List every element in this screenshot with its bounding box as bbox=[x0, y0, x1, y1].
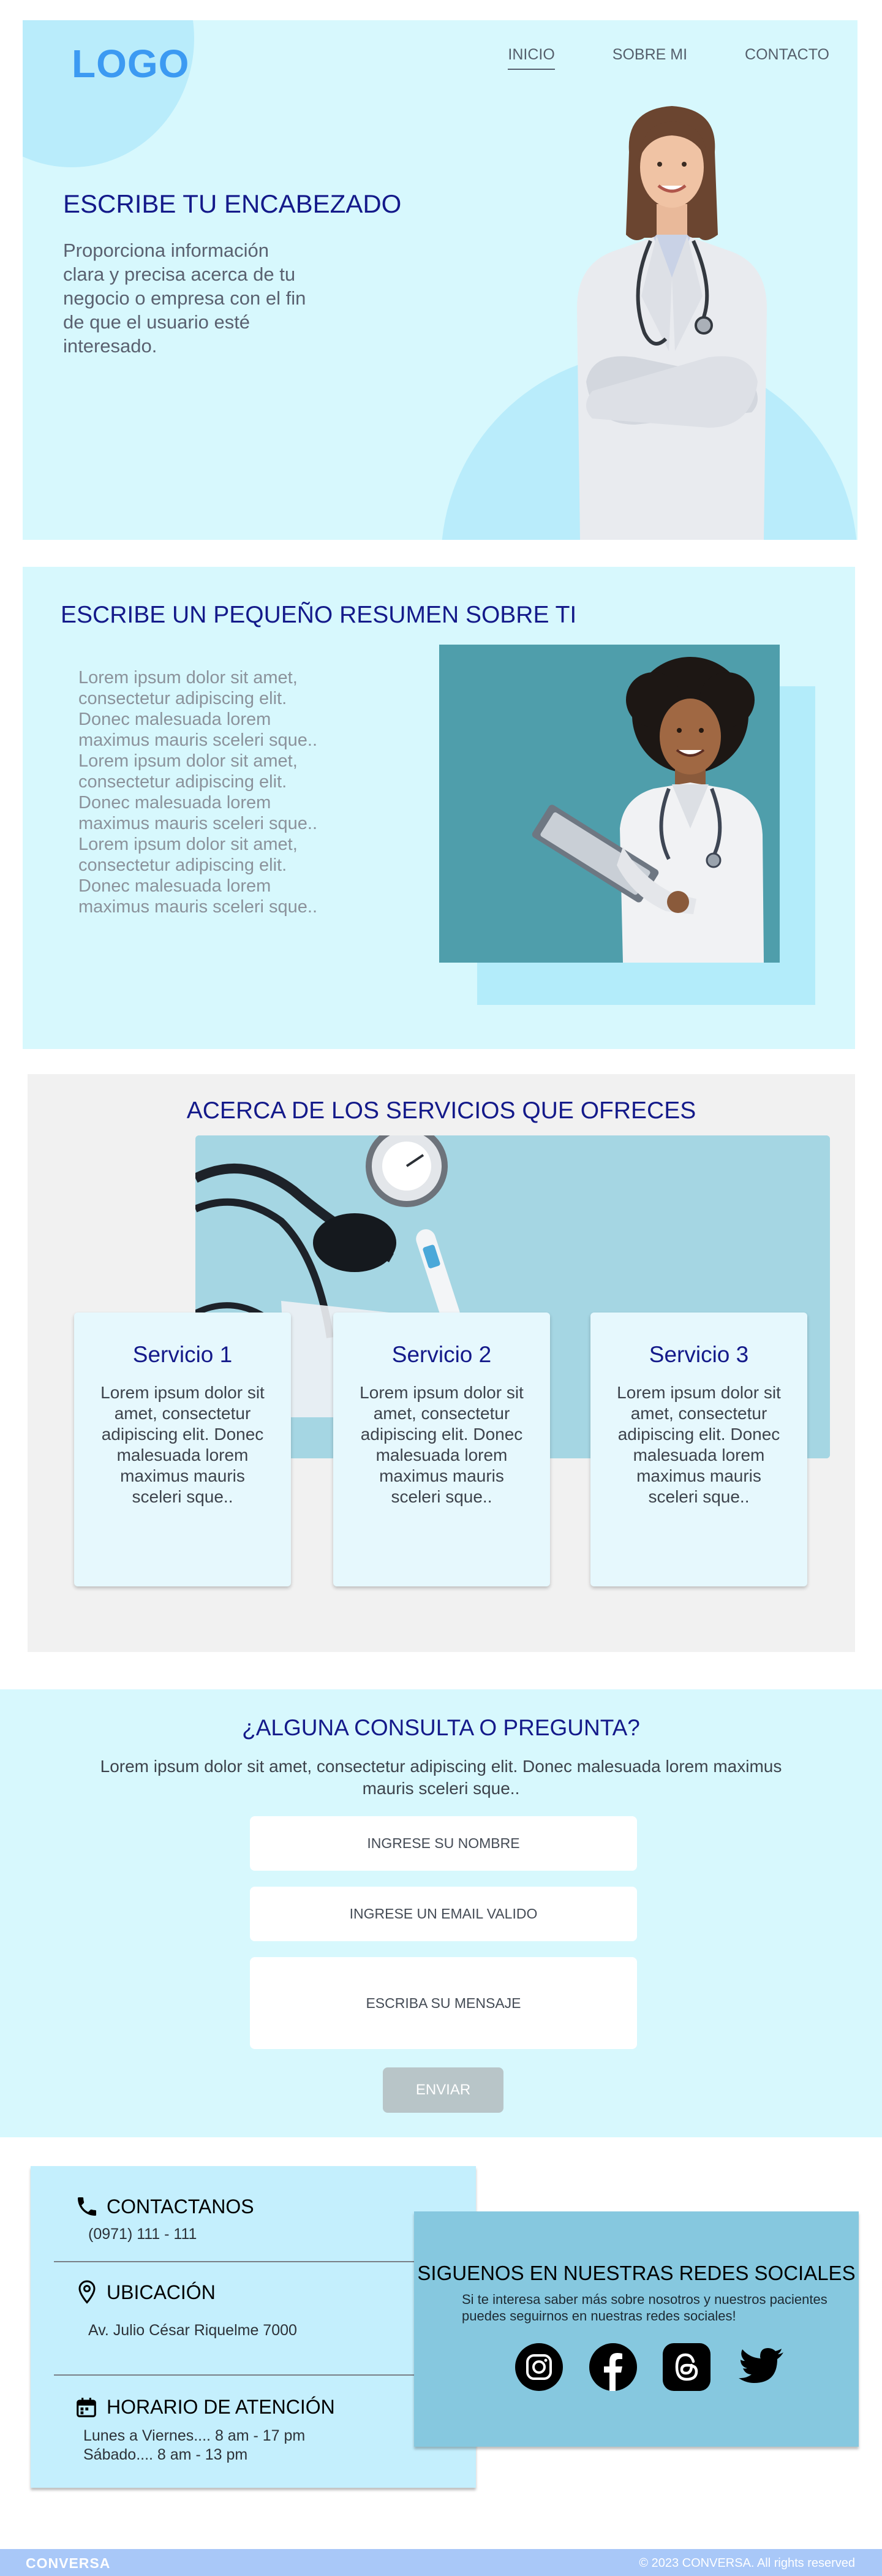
service-card-2[interactable]: Servicio 2 Lorem ipsum dolor sit amet, c… bbox=[333, 1313, 550, 1586]
contact-section: ¿ALGUNA CONSULTA O PREGUNTA? Lorem ipsum… bbox=[0, 1689, 882, 2137]
service-title: Servicio 2 bbox=[391, 1342, 492, 1367]
address: Av. Julio César Riquelme 7000 bbox=[88, 2322, 297, 2339]
hero-section: LOGO INICIO SOBRE MI CONTACTO ESCRIBE TU… bbox=[23, 20, 858, 540]
threads-icon[interactable] bbox=[663, 2343, 710, 2391]
calendar-icon bbox=[77, 2398, 96, 2417]
contact-title: ¿ALGUNA CONSULTA O PREGUNTA? bbox=[242, 1715, 640, 1740]
hours-title: HORARIO DE ATENCIÓN bbox=[107, 2396, 335, 2418]
service-text: Lorem ipsum dolor sit amet, consectetur … bbox=[100, 1383, 265, 1506]
copyright-text: © 2023 CONVERSA. All rights reserved bbox=[639, 2556, 855, 2570]
send-button[interactable]: ENVIAR bbox=[383, 2067, 503, 2113]
hours-saturday: Sábado.... 8 am - 13 pm bbox=[83, 2446, 248, 2463]
doctor-photo bbox=[439, 645, 780, 963]
hero-text: Proporciona información clara y precisa … bbox=[63, 240, 306, 357]
location-title: UBICACIÓN bbox=[107, 2281, 216, 2303]
about-title: ESCRIBE UN PEQUEÑO RESUMEN SOBRE TI bbox=[61, 602, 577, 628]
service-text: Lorem ipsum dolor sit amet, consectetur … bbox=[360, 1383, 524, 1506]
twitter-icon[interactable] bbox=[737, 2343, 785, 2391]
email-field[interactable]: INGRESE UN EMAIL VALIDO bbox=[250, 1887, 637, 1941]
nav-item-inicio[interactable]: INICIO bbox=[508, 46, 555, 70]
contact-title: CONTACTANOS bbox=[107, 2195, 254, 2218]
service-card-3[interactable]: Servicio 3 Lorem ipsum dolor sit amet, c… bbox=[590, 1313, 807, 1586]
location-pin-icon bbox=[78, 2280, 96, 2304]
hero-title: ESCRIBE TU ENCABEZADO bbox=[63, 189, 402, 218]
services-title: ACERCA DE LOS SERVICIOS QUE OFRECES bbox=[186, 1097, 696, 1124]
logo[interactable]: LOGO bbox=[72, 41, 189, 86]
social-card: SIGUENOS EN NUESTRAS REDES SOCIALES Si t… bbox=[414, 2211, 859, 2447]
instagram-icon[interactable] bbox=[515, 2343, 563, 2391]
main-nav: INICIO SOBRE MI CONTACTO bbox=[508, 46, 829, 70]
divider bbox=[54, 2374, 476, 2376]
hours-weekdays: Lunes a Viernes.... 8 am - 17 pm bbox=[83, 2427, 306, 2444]
name-field[interactable]: INGRESE SU NOMBRE bbox=[250, 1816, 637, 1871]
message-field[interactable]: ESCRIBA SU MENSAJE bbox=[250, 1957, 637, 2049]
service-card-1[interactable]: Servicio 1 Lorem ipsum dolor sit amet, c… bbox=[74, 1313, 291, 1586]
divider bbox=[54, 2261, 476, 2262]
contact-text: Lorem ipsum dolor sit amet, consectetur … bbox=[100, 1757, 782, 1798]
phone-number[interactable]: (0971) 111 - 111 bbox=[88, 2225, 197, 2244]
phone-icon bbox=[78, 2197, 96, 2216]
contact-info-card: CONTACTANOS (0971) 111 - 111 UBICACIÓN A… bbox=[31, 2166, 476, 2488]
services-section: ACERCA DE LOS SERVICIOS QUE OFRECES Serv… bbox=[28, 1074, 855, 1652]
about-section: ESCRIBE UN PEQUEÑO RESUMEN SOBRE TI Lore… bbox=[23, 567, 855, 1049]
social-text: Si te interesa saber más sobre nosotros … bbox=[462, 2292, 827, 2324]
service-text: Lorem ipsum dolor sit amet, consectetur … bbox=[617, 1383, 781, 1506]
doctor-photo bbox=[577, 106, 767, 540]
service-title: Servicio 1 bbox=[132, 1342, 233, 1367]
social-title: SIGUENOS EN NUESTRAS REDES SOCIALES bbox=[417, 2262, 856, 2284]
nav-item-sobre-mi[interactable]: SOBRE MI bbox=[612, 46, 687, 70]
nav-item-contacto[interactable]: CONTACTO bbox=[745, 46, 829, 70]
footer-bar: CONVERSA © 2023 CONVERSA. All rights res… bbox=[0, 2549, 882, 2576]
facebook-icon[interactable] bbox=[589, 2343, 637, 2391]
service-title: Servicio 3 bbox=[649, 1342, 749, 1367]
footer-brand[interactable]: CONVERSA bbox=[26, 2555, 110, 2572]
about-text: Lorem ipsum dolor sit amet, consectetur … bbox=[78, 668, 317, 917]
